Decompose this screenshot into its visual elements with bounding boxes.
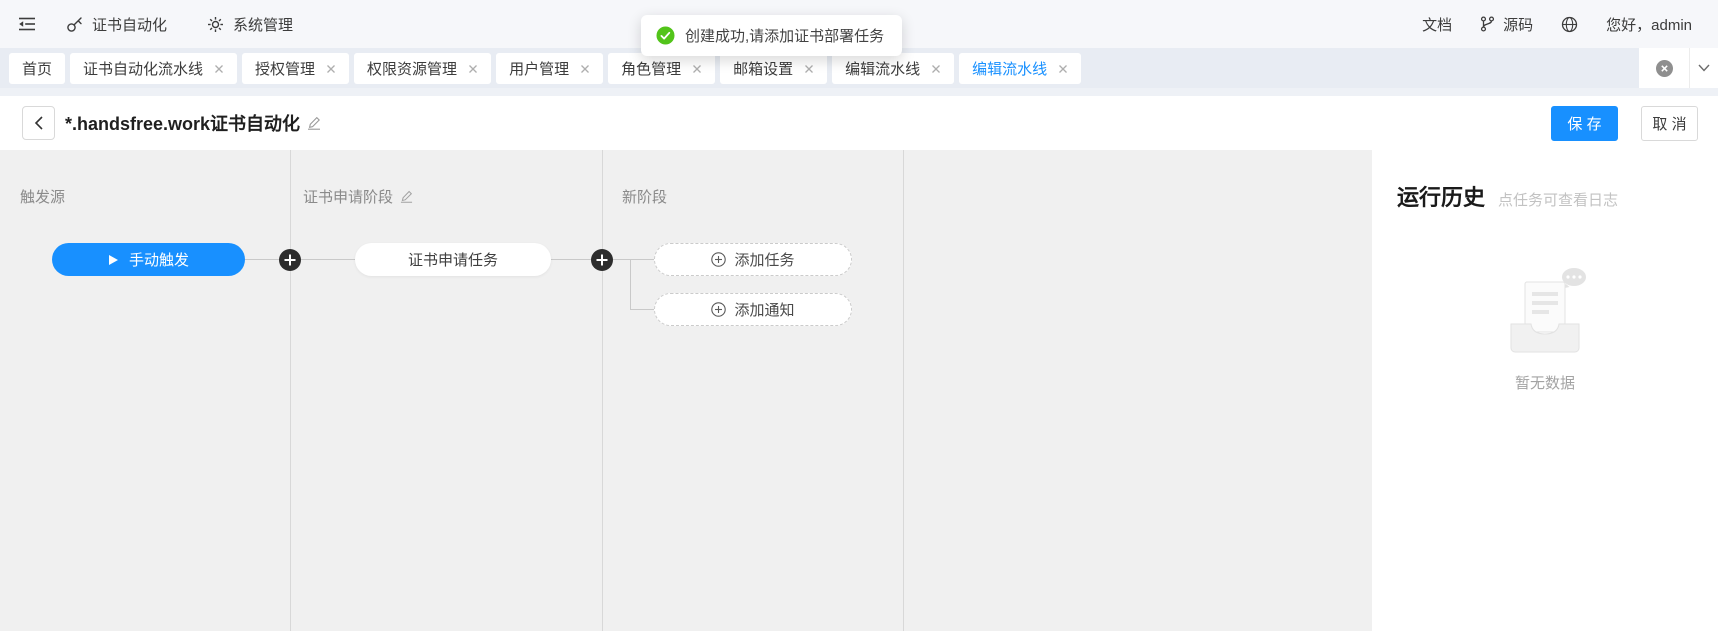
save-button[interactable]: 保 存 bbox=[1551, 106, 1618, 141]
tab-controls bbox=[1639, 48, 1718, 88]
stage-divider bbox=[602, 150, 603, 631]
connector-line bbox=[630, 259, 654, 260]
add-notification-button[interactable]: 添加通知 bbox=[654, 293, 852, 326]
stage-title-new-stage: 新阶段 bbox=[622, 186, 667, 207]
tab-edit-pipeline-1[interactable]: 编辑流水线 bbox=[832, 53, 954, 84]
plus-circle-icon bbox=[711, 302, 726, 317]
empty-state-text: 暂无数据 bbox=[1372, 372, 1718, 393]
nav-menu-system[interactable]: 系统管理 bbox=[207, 14, 293, 35]
back-button[interactable] bbox=[22, 106, 55, 140]
user-greeting[interactable]: 您好，admin bbox=[1606, 14, 1692, 35]
node-label: 添加任务 bbox=[734, 249, 794, 270]
toast-message: 创建成功,请添加证书部署任务 bbox=[641, 15, 902, 56]
tab-label: 邮箱设置 bbox=[733, 58, 793, 79]
add-stage-button[interactable] bbox=[591, 249, 613, 271]
run-history-title: 运行历史 bbox=[1397, 180, 1485, 212]
nav-menu-cert-automation[interactable]: 证书自动化 bbox=[66, 14, 167, 35]
check-circle-icon bbox=[656, 26, 675, 45]
connector-line bbox=[245, 259, 279, 260]
connector-line bbox=[551, 259, 591, 260]
tab-label: 证书自动化流水线 bbox=[83, 58, 203, 79]
nav-source-label: 源码 bbox=[1503, 14, 1533, 35]
add-stage-button[interactable] bbox=[279, 249, 301, 271]
tab-close-icon[interactable] bbox=[214, 64, 224, 74]
nav-menu-label: 系统管理 bbox=[233, 14, 293, 35]
run-history-subtitle: 点任务可查看日志 bbox=[1498, 189, 1618, 210]
trigger-node-manual[interactable]: 手动触发 bbox=[52, 243, 245, 276]
language-globe-icon[interactable] bbox=[1561, 16, 1578, 33]
tab-close-icon[interactable] bbox=[931, 64, 941, 74]
pipeline-header: *.handsfree.work证书自动化 保 存 取 消 bbox=[0, 96, 1718, 150]
pipeline-canvas: 触发源 证书申请阶段 新阶段 手动触发 证书申请任务 bbox=[0, 150, 1372, 631]
plus-circle-icon bbox=[711, 252, 726, 267]
tab-label: 权限资源管理 bbox=[367, 58, 457, 79]
tab-actions-dropdown[interactable] bbox=[1689, 48, 1718, 88]
stage-divider bbox=[903, 150, 904, 631]
node-label: 添加通知 bbox=[734, 299, 794, 320]
nav-docs-link[interactable]: 文档 bbox=[1422, 14, 1452, 35]
tab-auth-management[interactable]: 授权管理 bbox=[242, 53, 349, 84]
edit-stage-icon[interactable] bbox=[400, 190, 413, 203]
nav-source-link[interactable]: 源码 bbox=[1480, 14, 1533, 35]
empty-state-illustration bbox=[1498, 262, 1592, 358]
connector-line bbox=[613, 259, 630, 260]
run-history-header: 运行历史 点任务可查看日志 bbox=[1372, 150, 1718, 212]
edit-title-icon[interactable] bbox=[307, 116, 321, 130]
tab-label: 用户管理 bbox=[509, 58, 569, 79]
tab-email-settings[interactable]: 邮箱设置 bbox=[720, 53, 827, 84]
connector-line bbox=[630, 259, 631, 310]
git-branch-icon bbox=[1480, 16, 1495, 32]
node-label: 手动触发 bbox=[129, 249, 189, 270]
add-task-button[interactable]: 添加任务 bbox=[654, 243, 852, 276]
nav-menu-label: 证书自动化 bbox=[92, 14, 167, 35]
stage-title-trigger: 触发源 bbox=[20, 186, 65, 207]
tab-cert-pipelines[interactable]: 证书自动化流水线 bbox=[70, 53, 237, 84]
stage-title-text: 证书申请阶段 bbox=[303, 186, 393, 207]
tab-role-management[interactable]: 角色管理 bbox=[608, 53, 715, 84]
tab-label: 首页 bbox=[22, 58, 52, 79]
tab-edit-pipeline-2-active[interactable]: 编辑流水线 bbox=[959, 53, 1081, 84]
tab-close-icon[interactable] bbox=[468, 64, 478, 74]
pipeline-title: *.handsfree.work证书自动化 bbox=[65, 110, 300, 136]
key-icon bbox=[66, 16, 83, 33]
gear-icon bbox=[207, 16, 224, 33]
close-all-tabs-button[interactable] bbox=[1639, 48, 1689, 88]
tab-label: 编辑流水线 bbox=[845, 58, 920, 79]
run-history-panel: 运行历史 点任务可查看日志 暂无数据 bbox=[1372, 150, 1718, 631]
tab-label: 授权管理 bbox=[255, 58, 315, 79]
tab-user-management[interactable]: 用户管理 bbox=[496, 53, 603, 84]
connector-line bbox=[301, 259, 355, 260]
menu-fold-icon[interactable] bbox=[18, 17, 36, 31]
tab-permission-resource[interactable]: 权限资源管理 bbox=[354, 53, 491, 84]
play-icon bbox=[108, 254, 119, 266]
cancel-button[interactable]: 取 消 bbox=[1641, 106, 1698, 141]
tab-close-icon[interactable] bbox=[1058, 64, 1068, 74]
tab-close-icon[interactable] bbox=[326, 64, 336, 74]
node-label: 证书申请任务 bbox=[408, 249, 498, 270]
stage-title-text: 新阶段 bbox=[622, 186, 667, 207]
empty-state: 暂无数据 bbox=[1372, 262, 1718, 393]
tab-home[interactable]: 首页 bbox=[9, 53, 65, 84]
stage-title-cert-apply: 证书申请阶段 bbox=[303, 186, 413, 207]
tab-label: 角色管理 bbox=[621, 58, 681, 79]
tab-close-icon[interactable] bbox=[580, 64, 590, 74]
task-node-cert-apply[interactable]: 证书申请任务 bbox=[355, 243, 551, 276]
toast-text: 创建成功,请添加证书部署任务 bbox=[685, 25, 884, 46]
stage-title-text: 触发源 bbox=[20, 186, 65, 207]
tab-close-icon[interactable] bbox=[804, 64, 814, 74]
strip-divider bbox=[0, 88, 1718, 96]
tab-label: 编辑流水线 bbox=[972, 58, 1047, 79]
connector-line bbox=[630, 309, 654, 310]
stage-divider bbox=[290, 150, 291, 631]
tab-close-icon[interactable] bbox=[692, 64, 702, 74]
